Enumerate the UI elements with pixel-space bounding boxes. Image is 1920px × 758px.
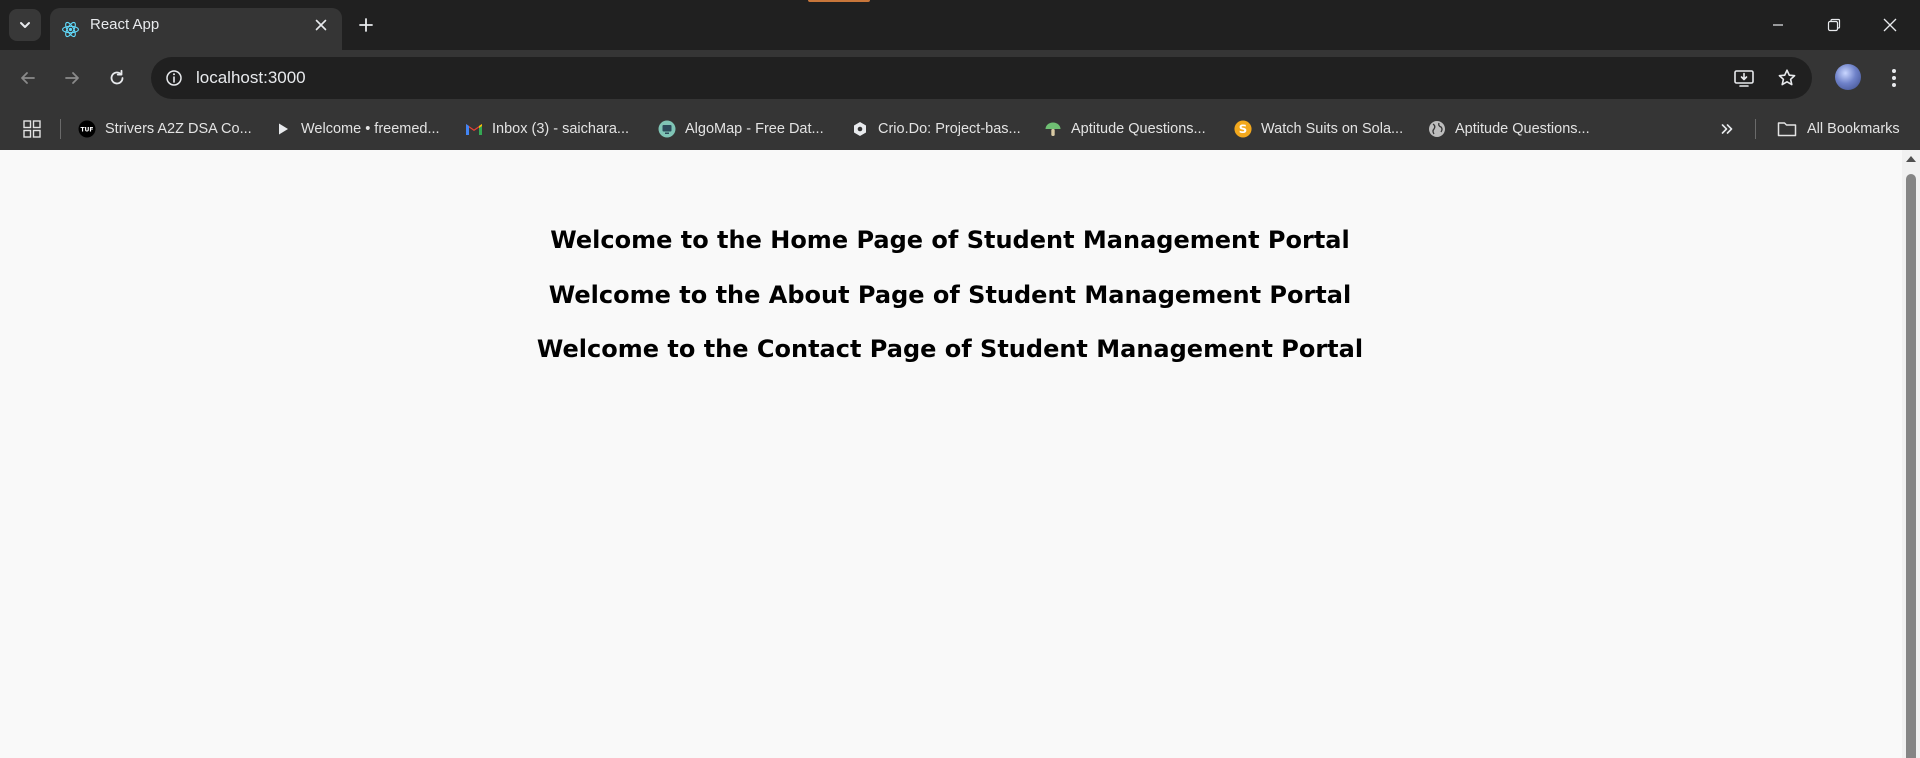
tab-title: React App (90, 16, 160, 33)
algomap-icon (658, 120, 676, 138)
reload-icon (110, 69, 124, 85)
more-bookmarks-button[interactable] (1714, 117, 1740, 141)
bookmark-label: Watch Suits on Sola... (1261, 121, 1404, 137)
bookmark-label: Inbox (3) - saichara... (492, 121, 629, 137)
navigation-toolbar: localhost:3000 (0, 50, 1920, 108)
more-vertical-icon (1892, 69, 1896, 87)
bookmark-label: Welcome • freemed... (301, 121, 440, 137)
bookmark-gmail-inbox[interactable]: Inbox (3) - saichara... (465, 114, 629, 144)
restore-button[interactable] (1806, 0, 1862, 50)
about-heading: Welcome to the About Page of Student Man… (548, 281, 1352, 309)
scrollbar-thumb[interactable] (1906, 174, 1916, 758)
crio-icon (851, 120, 869, 138)
browser-menu-button[interactable] (1880, 62, 1908, 94)
tab-search-button[interactable] (9, 9, 41, 41)
forward-button[interactable] (56, 62, 88, 94)
apps-button[interactable] (20, 117, 44, 141)
gmail-icon (465, 120, 483, 138)
page-viewport: Welcome to the Home Page of Student Mana… (0, 150, 1902, 758)
bookmark-label: Aptitude Questions... (1455, 121, 1590, 137)
mushroom-icon (1044, 120, 1062, 138)
tab-react-app[interactable]: React App (50, 8, 342, 50)
bookmark-label: Crio.Do: Project-bas... (878, 121, 1021, 137)
tab-strip: React App (0, 0, 1920, 50)
site-info-button[interactable] (161, 65, 187, 91)
reload-button[interactable] (101, 62, 133, 94)
svg-text:TUF: TUF (80, 127, 93, 134)
window-accent-bar (808, 0, 870, 2)
arrow-left-icon (21, 72, 35, 84)
svg-text:S: S (1239, 122, 1247, 136)
bookmark-freemedia[interactable]: Welcome • freemed... (274, 114, 440, 144)
apps-grid-icon (23, 120, 41, 138)
bookmark-aptitude-2[interactable]: Aptitude Questions... (1428, 114, 1590, 144)
close-icon (315, 19, 327, 31)
install-icon (1734, 70, 1754, 87)
minimize-icon (1773, 24, 1783, 26)
sola-icon: S (1234, 120, 1252, 138)
bookmark-label: Aptitude Questions... (1071, 121, 1206, 137)
restore-icon (1827, 18, 1841, 32)
folder-icon (1776, 120, 1798, 138)
profile-avatar[interactable] (1835, 64, 1861, 90)
tuf-logo-icon: TUF (78, 120, 96, 138)
scroll-up-arrow-icon[interactable] (1906, 156, 1916, 162)
bookmark-crio[interactable]: Crio.Do: Project-bas... (851, 114, 1021, 144)
all-bookmarks-label: All Bookmarks (1807, 121, 1900, 137)
plus-icon (359, 18, 373, 32)
contact-heading: Welcome to the Contact Page of Student M… (536, 335, 1364, 363)
all-bookmarks-button[interactable]: All Bookmarks (1776, 114, 1900, 144)
minimize-button[interactable] (1750, 0, 1806, 50)
info-icon (166, 70, 182, 86)
arrow-right-icon (65, 72, 79, 84)
browser-chrome: React App localhost:3000 TUF Strivers A2… (0, 0, 1920, 150)
tab-close-button[interactable] (312, 16, 330, 34)
install-app-button[interactable] (1732, 66, 1756, 90)
bookmark-star-button[interactable] (1775, 66, 1799, 90)
star-icon (1778, 69, 1796, 86)
back-button[interactable] (12, 62, 44, 94)
home-heading: Welcome to the Home Page of Student Mana… (550, 226, 1350, 254)
page-scrollbar[interactable] (1902, 150, 1920, 758)
bookmarks-bar: TUF Strivers A2Z DSA Co... Welcome • fre… (0, 108, 1920, 150)
chevron-down-icon (20, 22, 30, 28)
bookmarks-divider (1755, 119, 1756, 139)
address-bar[interactable]: localhost:3000 (151, 57, 1812, 99)
double-chevron-right-icon (1721, 124, 1733, 134)
new-tab-button[interactable] (354, 13, 378, 37)
globe-icon (1428, 120, 1446, 138)
url-text[interactable]: localhost:3000 (196, 57, 306, 99)
bookmark-algomap[interactable]: AlgoMap - Free Dat... (658, 114, 824, 144)
close-window-button[interactable] (1862, 0, 1918, 50)
bookmark-label: Strivers A2Z DSA Co... (105, 121, 252, 137)
bookmark-strivers[interactable]: TUF Strivers A2Z DSA Co... (78, 114, 252, 144)
bookmark-aptitude-1[interactable]: Aptitude Questions... (1044, 114, 1206, 144)
bookmark-label: AlgoMap - Free Dat... (685, 121, 824, 137)
close-icon (1883, 18, 1897, 32)
play-icon (274, 120, 292, 138)
react-icon (62, 21, 79, 38)
bookmarks-divider (60, 119, 61, 139)
bookmark-sola[interactable]: S Watch Suits on Sola... (1234, 114, 1403, 144)
